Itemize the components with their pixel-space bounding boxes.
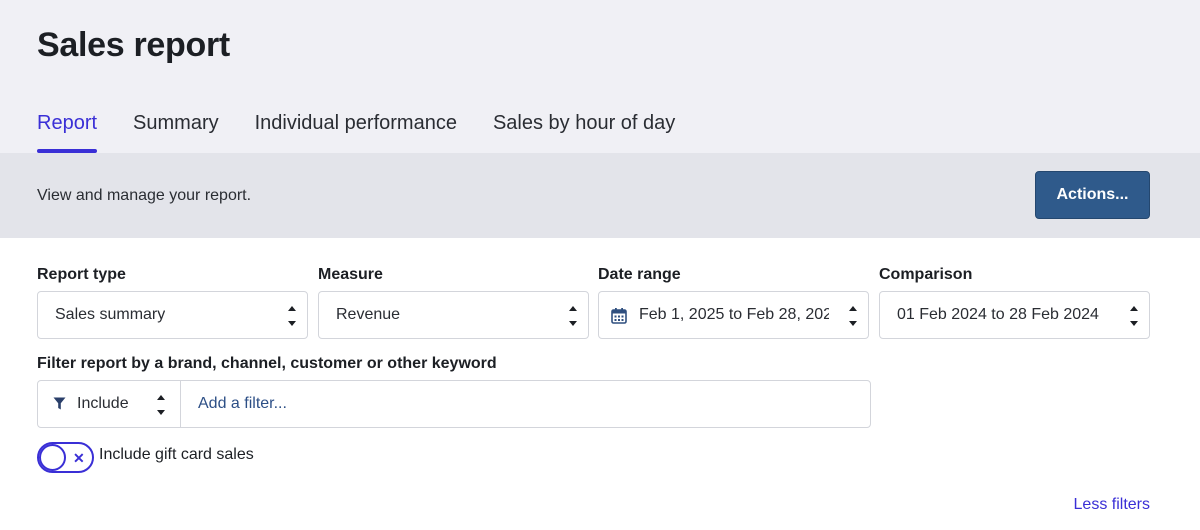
measure-select[interactable]: Revenue (318, 291, 589, 339)
report-type-select[interactable]: Sales summary (37, 291, 308, 339)
report-type-value: Sales summary (55, 306, 166, 323)
report-banner: View and manage your report. (0, 153, 1200, 238)
report-tabs: Report Summary Individual performance Sa… (37, 112, 711, 153)
date-range-value: Feb 1, 2025 to Feb 28, 2025 (639, 306, 829, 323)
select-stepper-icon (558, 292, 588, 338)
page-header: Sales report Report Summary Individual p… (0, 0, 1200, 153)
tab-individual-performance[interactable]: Individual performance (255, 112, 457, 153)
select-stepper-icon (1119, 292, 1149, 338)
gift-card-toggle-label: Include gift card sales (99, 446, 254, 463)
banner-text: View and manage your report. (37, 187, 252, 204)
measure-value: Revenue (336, 306, 401, 323)
filter-mode-select[interactable]: Include (38, 381, 181, 427)
select-stepper-icon (146, 381, 176, 427)
calendar-icon (611, 307, 627, 329)
date-range-label: Date range (598, 266, 681, 283)
funnel-icon (53, 397, 66, 415)
comparison-select[interactable]: 01 Feb 2024 to 28 Feb 2024 (879, 291, 1150, 339)
comparison-value: 01 Feb 2024 to 28 Feb 2024 (897, 306, 1099, 323)
select-stepper-icon (838, 292, 868, 338)
tab-sales-by-hour[interactable]: Sales by hour of day (493, 112, 675, 153)
less-filters-link[interactable]: Less filters (1074, 496, 1150, 514)
filter-label: Filter report by a brand, channel, custo… (37, 355, 497, 372)
filter-input[interactable] (182, 382, 868, 426)
select-stepper-icon (277, 292, 307, 338)
filter-box: Include (37, 380, 871, 428)
close-icon: ✕ (73, 450, 85, 466)
tab-report[interactable]: Report (37, 112, 98, 153)
page-title: Sales report (37, 26, 230, 64)
actions-button[interactable]: Actions... (1035, 171, 1150, 219)
report-type-label: Report type (37, 266, 126, 283)
measure-label: Measure (318, 266, 383, 283)
toggle-knob (39, 444, 66, 471)
comparison-label: Comparison (879, 266, 973, 283)
tab-summary[interactable]: Summary (133, 112, 219, 153)
gift-card-toggle[interactable]: ✕ (37, 442, 94, 473)
date-range-select[interactable]: Feb 1, 2025 to Feb 28, 2025 (598, 291, 869, 339)
filter-mode-value: Include (77, 395, 129, 412)
